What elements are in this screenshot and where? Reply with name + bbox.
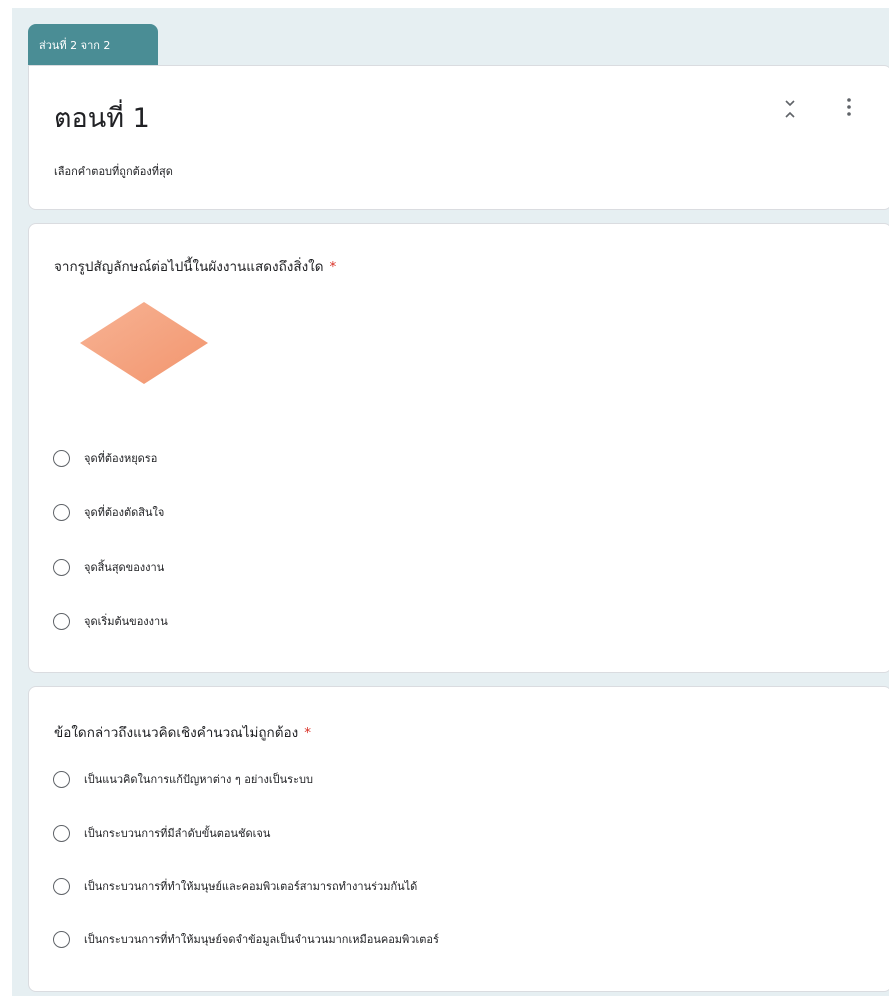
option-item[interactable]: จุดเริ่มต้นของงาน [53,609,168,633]
radio-button[interactable] [53,612,70,630]
required-asterisk: * [304,725,311,741]
option-label: จุดที่ต้องตัดสินใจ [84,506,165,519]
question-text: จากรูปสัญลักษณ์ต่อไปนี้ในผังงานแสดงถึงสิ… [54,259,324,275]
option-label: เป็นกระบวนการที่ทำให้มนุษย์และคอมพิวเตอร… [84,880,418,893]
option-label: จุดเริ่มต้นของงาน [84,615,168,628]
question-card-2: ข้อใดกล่าวถึงแนวคิดเชิงคำนวณไม่ถูกต้อง * … [28,686,889,992]
section-tab-label: ส่วนที่ 2 จาก 2 [39,39,111,52]
question-title: ข้อใดกล่าวถึงแนวคิดเชิงคำนวณไม่ถูกต้อง * [54,721,311,743]
radio-button[interactable] [53,503,70,521]
section-header-card: ตอนที่ 1 เลือกคำตอบที่ถูกต้องที่สุด [28,65,889,210]
radio-button[interactable] [53,877,70,895]
radio-button[interactable] [53,449,70,467]
section-tab: ส่วนที่ 2 จาก 2 [28,24,158,66]
question-title: จากรูปสัญลักษณ์ต่อไปนี้ในผังงานแสดงถึงสิ… [54,255,336,277]
section-description: เลือกคำตอบที่ถูกต้องที่สุด [54,165,173,178]
collapse-icon[interactable] [783,98,797,120]
radio-button[interactable] [53,770,70,788]
more-vert-icon[interactable] [842,96,856,118]
section-title: ตอนที่ 1 [54,103,150,134]
radio-button[interactable] [53,558,70,576]
option-item[interactable]: เป็นแนวคิดในการแก้ปัญหาต่าง ๆ อย่างเป็นร… [53,767,313,791]
option-item[interactable]: เป็นกระบวนการที่ทำให้มนุษย์จดจำข้อมูลเป็… [53,927,439,951]
option-label: จุดสิ้นสุดของงาน [84,561,165,574]
diamond-symbol-image [80,302,208,384]
required-asterisk: * [329,259,337,275]
option-item[interactable]: จุดสิ้นสุดของงาน [53,555,164,579]
option-label: เป็นแนวคิดในการแก้ปัญหาต่าง ๆ อย่างเป็นร… [84,773,313,786]
option-label: เป็นกระบวนการที่มีลำดับขั้นตอนชัดเจน [84,827,271,840]
option-label: จุดที่ต้องหยุดรอ [84,452,158,465]
option-item[interactable]: จุดที่ต้องตัดสินใจ [53,500,164,524]
option-item[interactable]: เป็นกระบวนการที่มีลำดับขั้นตอนชัดเจน [53,821,270,845]
option-item[interactable]: จุดที่ต้องหยุดรอ [53,446,157,470]
radio-button[interactable] [53,824,70,842]
question-text: ข้อใดกล่าวถึงแนวคิดเชิงคำนวณไม่ถูกต้อง [54,725,299,741]
question-card-1: จากรูปสัญลักษณ์ต่อไปนี้ในผังงานแสดงถึงสิ… [28,223,889,673]
radio-button[interactable] [53,930,70,948]
option-label: เป็นกระบวนการที่ทำให้มนุษย์จดจำข้อมูลเป็… [84,933,439,946]
option-item[interactable]: เป็นกระบวนการที่ทำให้มนุษย์และคอมพิวเตอร… [53,874,417,898]
